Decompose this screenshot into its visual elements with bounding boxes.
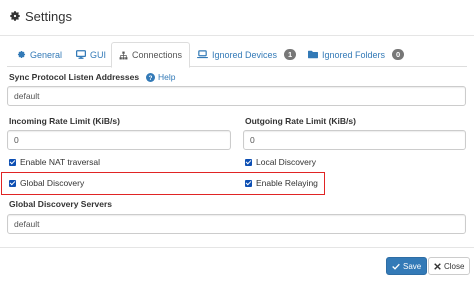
close-label: Close: [444, 261, 465, 271]
relaying-label: Enable Relaying: [256, 178, 318, 188]
settings-tabs: General GUI Connections Ignored Devices …: [7, 42, 467, 68]
tab-general[interactable]: General: [10, 42, 69, 67]
tab-ignored-folders[interactable]: Ignored Folders 0: [301, 42, 411, 67]
ignored-folders-count-badge: 0: [392, 49, 405, 60]
save-label: Save: [403, 261, 422, 271]
local-discovery-label: Local Discovery: [256, 157, 316, 167]
global-discovery-servers-input[interactable]: [7, 214, 466, 234]
ignored-devices-count-badge: 1: [284, 49, 297, 60]
listen-addresses-label: Sync Protocol Listen Addresses: [9, 72, 140, 82]
save-button[interactable]: Save: [386, 257, 428, 275]
local-discovery-checkbox[interactable]: [245, 158, 252, 166]
laptop-icon: [197, 50, 208, 59]
tab-label: Connections: [132, 50, 183, 60]
help-label: Help: [158, 72, 176, 82]
question-circle-icon: ?: [146, 72, 155, 82]
sitemap-icon: [119, 51, 128, 59]
tab-connections[interactable]: Connections: [111, 42, 191, 68]
dialog-title: Settings: [25, 9, 72, 24]
help-link[interactable]: ? Help: [146, 72, 175, 82]
incoming-rate-limit-input[interactable]: [7, 130, 231, 150]
relaying-checkbox[interactable]: [245, 179, 252, 187]
global-discovery-servers-label: Global Discovery Servers: [9, 199, 113, 209]
folder-icon: [308, 50, 318, 59]
global-discovery-checkbox[interactable]: [9, 179, 16, 187]
close-button[interactable]: Close: [428, 257, 471, 275]
tab-label: Ignored Devices: [212, 49, 278, 60]
nat-traversal-option: Enable NAT traversal: [9, 157, 100, 167]
outgoing-rate-limit-input[interactable]: [243, 130, 466, 150]
dialog-footer: Save Close: [0, 247, 474, 284]
nat-traversal-checkbox[interactable]: [9, 158, 16, 166]
check-icon: [392, 263, 400, 270]
relaying-option: Enable Relaying: [245, 178, 318, 188]
tab-ignored-devices[interactable]: Ignored Devices 1: [190, 42, 303, 67]
global-discovery-label: Global Discovery: [20, 178, 85, 188]
tab-label: GUI: [90, 49, 107, 60]
outgoing-rate-limit-label: Outgoing Rate Limit (KiB/s): [245, 116, 356, 126]
incoming-rate-limit-label: Incoming Rate Limit (KiB/s): [9, 116, 120, 126]
monitor-icon: [76, 50, 86, 59]
gear-icon: [10, 11, 20, 21]
listen-addresses-input[interactable]: [7, 86, 466, 106]
dialog-header: Settings: [0, 0, 474, 36]
gear-icon: [17, 50, 26, 59]
global-discovery-option: Global Discovery: [9, 178, 84, 188]
tab-gui[interactable]: GUI: [69, 42, 113, 67]
local-discovery-option: Local Discovery: [245, 157, 316, 167]
tab-label: General: [30, 49, 63, 60]
tab-label: Ignored Folders: [322, 49, 386, 60]
close-icon: [434, 262, 441, 270]
svg-text:?: ?: [149, 74, 153, 81]
nat-traversal-label: Enable NAT traversal: [20, 157, 100, 167]
